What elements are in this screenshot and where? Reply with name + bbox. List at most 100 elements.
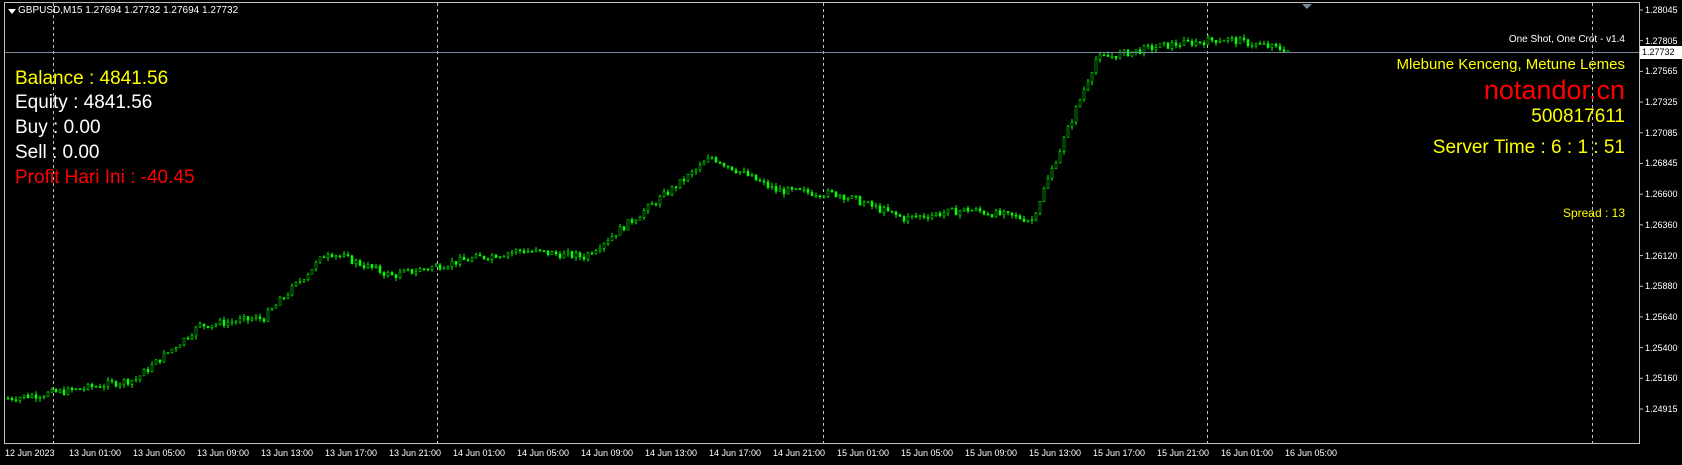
candle-body bbox=[1198, 41, 1202, 43]
candle-body bbox=[1114, 55, 1118, 59]
candle-body bbox=[874, 205, 878, 208]
candle-body bbox=[1102, 54, 1106, 57]
candle-body bbox=[18, 397, 22, 401]
balance-label: Balance : 4841.56 bbox=[15, 68, 169, 89]
candle-body bbox=[570, 251, 574, 258]
candle-body bbox=[366, 264, 370, 269]
candle-body bbox=[906, 216, 910, 222]
candle-body bbox=[1134, 49, 1138, 53]
sell-label: Sell : 0.00 bbox=[15, 142, 100, 163]
candle-body bbox=[1170, 42, 1174, 49]
price-tick-label: 1.27325 bbox=[1645, 97, 1678, 108]
candle-body bbox=[386, 272, 390, 276]
ea-tagline: Mlebune Kenceng, Metune Lemes bbox=[1396, 56, 1625, 73]
candle-body bbox=[690, 171, 694, 175]
candle-body bbox=[242, 316, 246, 319]
candle-body bbox=[490, 254, 494, 260]
candle-body bbox=[206, 325, 210, 328]
candle-body bbox=[430, 266, 434, 270]
candle-body bbox=[814, 195, 818, 197]
candle-body bbox=[854, 195, 858, 198]
candle-body bbox=[326, 254, 330, 259]
candle-body bbox=[762, 180, 766, 183]
candle-body bbox=[254, 316, 258, 320]
candle-body bbox=[478, 254, 482, 257]
candle-body bbox=[106, 380, 110, 387]
time-tick-label: 15 Jun 01:00 bbox=[837, 448, 890, 458]
candle-body bbox=[618, 226, 622, 236]
price-tick-label: 1.27565 bbox=[1645, 66, 1678, 77]
account-number: 500817611 bbox=[1531, 106, 1625, 127]
candle-body bbox=[442, 267, 446, 270]
candle-body bbox=[82, 388, 86, 391]
chart-window[interactable]: GBPUSD,M15 1.27694 1.27732 1.27694 1.277… bbox=[0, 0, 1682, 465]
candle-body bbox=[486, 258, 490, 260]
candle-body bbox=[638, 217, 642, 221]
candle-body bbox=[722, 163, 726, 167]
symbol-menu-icon[interactable] bbox=[8, 9, 16, 14]
candle-body bbox=[1202, 42, 1206, 46]
candle-body bbox=[1034, 213, 1038, 220]
candle-body bbox=[1090, 72, 1094, 83]
candle-body bbox=[778, 188, 782, 192]
candle-body bbox=[838, 194, 842, 198]
candle-body bbox=[126, 379, 130, 385]
candle-body bbox=[6, 397, 10, 400]
candle-body bbox=[810, 192, 814, 196]
candle-body bbox=[218, 319, 222, 325]
candle-body bbox=[1026, 219, 1030, 222]
candle-body bbox=[466, 259, 470, 262]
candle-body bbox=[270, 307, 274, 311]
candle-body bbox=[698, 164, 702, 170]
candle-body bbox=[714, 157, 718, 163]
candle-body bbox=[650, 203, 654, 206]
candle-body bbox=[1022, 218, 1026, 222]
candle-body bbox=[654, 203, 658, 206]
candle-body bbox=[658, 196, 662, 205]
candle-body bbox=[866, 201, 870, 203]
candle-body bbox=[1270, 43, 1274, 48]
candle-body bbox=[1082, 89, 1086, 100]
time-tick-label: 15 Jun 05:00 bbox=[901, 448, 954, 458]
candle-body bbox=[34, 394, 38, 399]
candle-body bbox=[986, 213, 990, 216]
candle-body bbox=[1146, 45, 1150, 47]
candle-body bbox=[1110, 55, 1114, 58]
candle-body bbox=[586, 252, 590, 260]
candle-body bbox=[138, 375, 142, 380]
candle-body bbox=[882, 207, 886, 213]
candle-body bbox=[174, 347, 178, 350]
candle-body bbox=[470, 257, 474, 262]
candle-body bbox=[46, 391, 50, 397]
buy-label: Buy : 0.00 bbox=[15, 117, 101, 138]
candle-body bbox=[1014, 214, 1018, 217]
candle-body bbox=[346, 254, 350, 256]
time-tick-label: 15 Jun 09:00 bbox=[965, 448, 1018, 458]
candle-body bbox=[1278, 45, 1282, 50]
candle-body bbox=[614, 234, 618, 237]
candle-body bbox=[642, 210, 646, 218]
candle-body bbox=[1046, 178, 1050, 189]
candle-body bbox=[646, 204, 650, 212]
candle-body bbox=[454, 261, 458, 265]
candle-body bbox=[738, 171, 742, 174]
price-tick-label: 1.27805 bbox=[1645, 35, 1678, 46]
candle-body bbox=[678, 179, 682, 189]
time-tick-label: 15 Jun 13:00 bbox=[1029, 448, 1082, 458]
candle-body bbox=[830, 190, 834, 192]
candle-body bbox=[286, 294, 290, 299]
candle-body bbox=[410, 269, 414, 274]
candle-body bbox=[1050, 168, 1054, 179]
candle-body bbox=[514, 249, 518, 253]
time-tick-label: 13 Jun 05:00 bbox=[133, 448, 186, 458]
chart-shift-marker[interactable] bbox=[1302, 4, 1312, 9]
candle-body bbox=[1074, 106, 1078, 123]
candle-body bbox=[1078, 99, 1082, 108]
candle-body bbox=[726, 165, 730, 168]
time-tick-label: 16 Jun 01:00 bbox=[1221, 448, 1274, 458]
candle-body bbox=[134, 379, 138, 381]
candle-body bbox=[1186, 40, 1190, 42]
candle-body bbox=[506, 252, 510, 257]
candle-body bbox=[1154, 47, 1158, 51]
candle-body bbox=[246, 316, 250, 321]
